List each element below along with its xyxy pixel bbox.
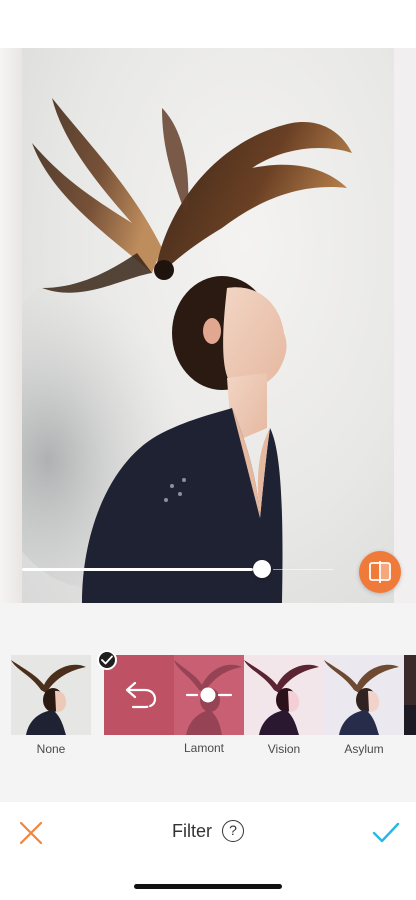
compare-icon [369, 561, 391, 583]
filter-thumbnail-image [324, 655, 404, 735]
photo-edge [0, 48, 22, 603]
intensity-slider-remaining [273, 569, 334, 570]
confirm-button[interactable] [371, 820, 401, 846]
check-icon [101, 655, 113, 665]
photo-preview-area [0, 48, 416, 603]
selected-check-badge [97, 650, 117, 670]
adjust-filter-intensity-button[interactable] [174, 655, 244, 735]
filter-label-lamont: Lamont [183, 741, 225, 755]
filter-label-none: None [36, 742, 66, 756]
filter-none[interactable]: None [11, 655, 91, 756]
page-title: Filter [172, 820, 212, 841]
filter-thumbnail-image [11, 655, 91, 735]
filter-next-partial[interactable] [404, 655, 416, 735]
filter-strip[interactable]: None Lamont Vision Asylum [0, 650, 416, 760]
title-group: Filter ? [0, 820, 416, 842]
filter-label-asylum: Asylum [344, 742, 384, 756]
undo-filter-button[interactable] [104, 655, 174, 735]
filter-thumbnail-none [11, 655, 91, 735]
filter-label-vision: Vision [267, 742, 301, 756]
compare-button[interactable] [359, 551, 401, 593]
intensity-slider-filled [22, 568, 253, 571]
filter-thumbnail-next [404, 655, 416, 735]
filter-thumbnail-asylum [324, 655, 404, 735]
filter-asylum[interactable]: Asylum [324, 655, 404, 756]
filter-lamont-selected[interactable] [104, 655, 244, 735]
photo-preview [22, 48, 394, 603]
filter-thumbnail-vision [244, 655, 324, 735]
status-area [0, 0, 416, 48]
home-indicator [134, 884, 282, 889]
photo-illustration [22, 98, 352, 603]
filter-thumbnail-image [244, 655, 324, 735]
undo-icon [125, 681, 157, 709]
checkmark-icon [372, 822, 400, 843]
intensity-slider-thumb[interactable] [253, 560, 271, 578]
slider-adjust-icon [185, 687, 233, 703]
intensity-slider[interactable] [22, 556, 334, 584]
filter-thumbnail-image [404, 655, 416, 735]
filter-vision[interactable]: Vision [244, 655, 324, 756]
bottom-toolbar: Filter ? [0, 802, 416, 900]
help-icon[interactable]: ? [222, 820, 244, 842]
